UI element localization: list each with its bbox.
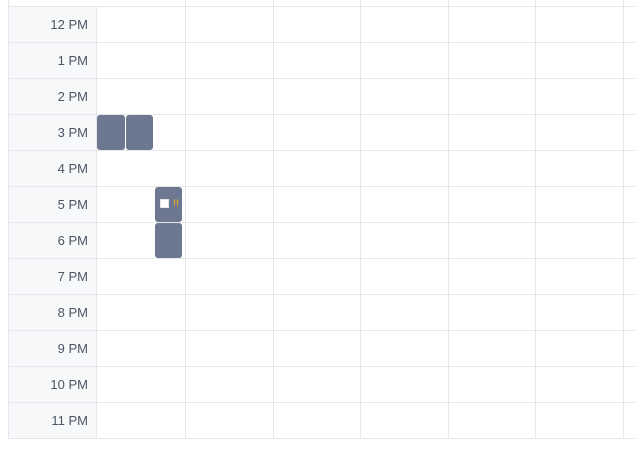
time-label: 1 PM [57,53,88,68]
time-label: 6 PM [57,233,88,248]
day-columns[interactable]: !! [97,0,635,438]
time-slot: 2 PM [9,78,96,114]
day-column-divider [185,0,186,438]
hour-line [97,42,635,43]
time-label: 5 PM [57,197,88,212]
time-slot: 12 PM [9,6,96,42]
calendar-event[interactable] [155,223,182,258]
hour-line [97,258,635,259]
calendar-day-grid: 12 PM 1 PM 2 PM 3 PM 4 PM 5 PM 6 PM 7 PM… [8,0,635,438]
time-label: 7 PM [57,269,88,284]
time-label: 3 PM [57,125,88,140]
time-slot: 3 PM [9,114,96,150]
day-column-divider [360,0,361,438]
hour-line [97,78,635,79]
checkbox-icon[interactable] [160,199,169,208]
time-slot: 11 PM [9,402,96,438]
time-column: 12 PM 1 PM 2 PM 3 PM 4 PM 5 PM 6 PM 7 PM… [9,6,97,438]
calendar-event[interactable]: !! [155,187,182,222]
day-column-divider [273,0,274,438]
calendar-bottom-border [8,438,635,439]
calendar-event[interactable] [126,115,153,150]
time-slot: 10 PM [9,366,96,402]
hour-line [97,150,635,151]
time-label: 9 PM [57,341,88,356]
time-label: 12 PM [50,17,88,32]
hour-line [97,6,635,7]
time-slot: 7 PM [9,258,96,294]
warning-icon: !! [173,198,179,208]
time-label: 11 PM [51,413,88,428]
time-label: 8 PM [57,305,88,320]
calendar-event[interactable] [97,115,125,150]
time-label: 4 PM [57,161,88,176]
hour-line [97,114,635,115]
hour-line [97,294,635,295]
time-slot: 8 PM [9,294,96,330]
time-label: 10 PM [50,377,88,392]
time-slot: 5 PM [9,186,96,222]
time-slot: 6 PM [9,222,96,258]
day-column-divider [623,0,624,438]
time-slot: 4 PM [9,150,96,186]
day-column-divider [448,0,449,438]
hour-line [97,330,635,331]
time-label: 2 PM [57,89,88,104]
time-slot: 9 PM [9,330,96,366]
hour-line [97,366,635,367]
hour-line [97,402,635,403]
time-slot: 1 PM [9,42,96,78]
day-column-divider [535,0,536,438]
